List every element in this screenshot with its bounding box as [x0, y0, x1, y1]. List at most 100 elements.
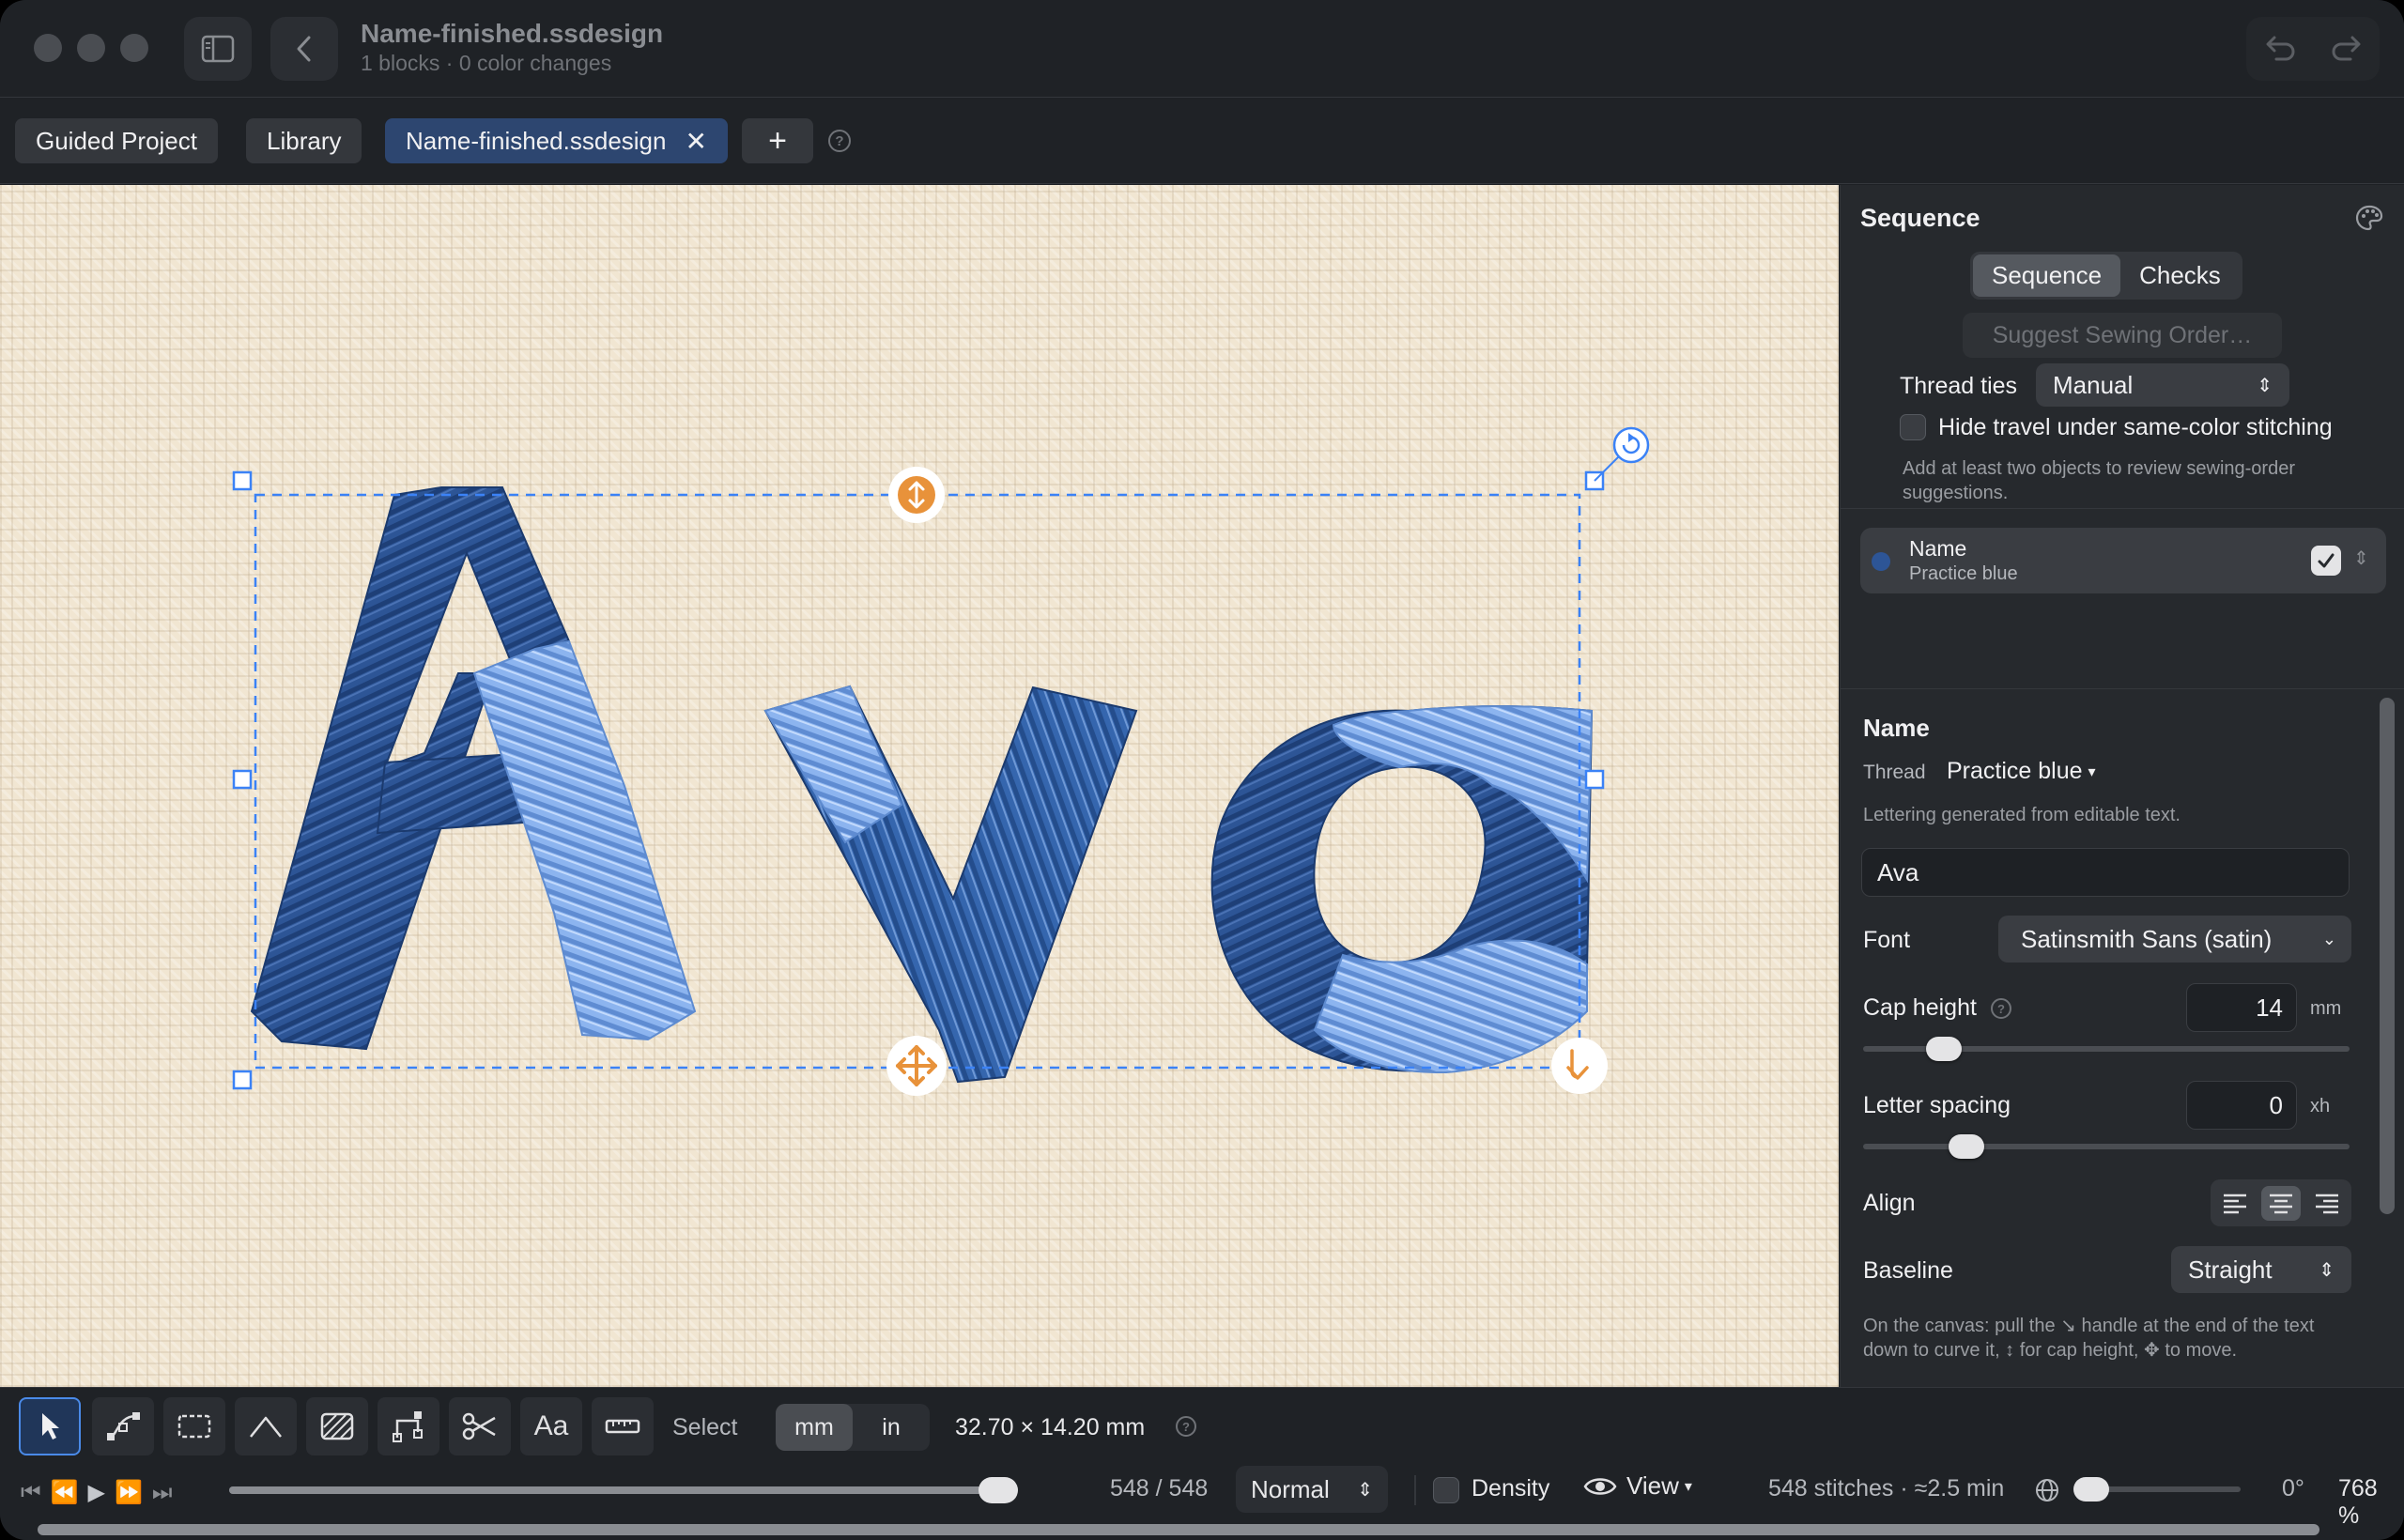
sidebar-toggle-button[interactable] [184, 17, 252, 81]
sequence-hint: Add at least two objects to review sewin… [1903, 458, 2295, 503]
horizontal-scrollbar[interactable] [38, 1524, 2319, 1535]
select-tool[interactable] [19, 1397, 81, 1455]
letter-a-bowl-glyph [1210, 705, 1594, 1074]
checkmark-icon [2318, 553, 2335, 568]
canvas-hint: On the canvas: pull the ↘ handle at the … [1863, 1316, 2315, 1361]
curve-handle[interactable] [1551, 1038, 1608, 1094]
align-left-icon[interactable] [2221, 1192, 2249, 1214]
align-segmented-control [2211, 1179, 2351, 1226]
font-popup[interactable]: Satinsmith Sans (satin) ⌄ [1998, 916, 2351, 962]
up-down-chevron-icon: ⇕ [2319, 1259, 2335, 1281]
baseline-label: Baseline [1863, 1257, 1953, 1284]
stitch-progress-track[interactable] [229, 1486, 1018, 1494]
align-right-icon[interactable] [2313, 1192, 2341, 1214]
cap-height-label: Cap height [1863, 994, 1977, 1021]
inspector-title: Name [1863, 714, 1930, 742]
tab-bar: Guided Project Library Name-finished.ssd… [0, 98, 2404, 184]
unit-mm-button[interactable]: mm [776, 1404, 853, 1451]
letter-v-glyph [763, 685, 1138, 1084]
rotation-value: 0° [2282, 1475, 2304, 1502]
play-icon[interactable]: ▶ [88, 1480, 115, 1505]
skip-start-icon[interactable]: ⏮ [21, 1480, 51, 1505]
baseline-popup[interactable]: Straight ⇕ [2171, 1246, 2351, 1293]
lettering-text-field[interactable]: Ava [1861, 848, 2350, 897]
thread-swatch [1872, 552, 1890, 571]
sequence-object-row[interactable]: Name Practice blue ⇕ [1860, 528, 2386, 593]
segment-checks[interactable]: Checks [2120, 254, 2240, 297]
letter-spacing-field[interactable]: 0 [2186, 1081, 2297, 1130]
tool-bar: Aa Select mm in 32.70 × 14.20 mm ? [0, 1387, 2404, 1466]
new-tab-button[interactable]: + [742, 118, 813, 163]
chevron-left-icon [297, 36, 311, 62]
redo-icon[interactable] [2330, 35, 2364, 63]
title-bar: Name-finished.ssdesign 1 blocks · 0 colo… [0, 0, 2404, 98]
thread-ties-popup[interactable]: Manual ⇕ [2036, 363, 2289, 407]
path-tool[interactable] [378, 1397, 439, 1455]
stitch-progress-knob[interactable] [979, 1477, 1018, 1503]
lettering-description: Lettering generated from editable text. [1863, 805, 2181, 825]
density-checkbox[interactable] [1433, 1477, 1459, 1503]
undo-icon[interactable] [2263, 35, 2297, 63]
segment-sequence[interactable]: Sequence [1973, 254, 2121, 297]
node-path-icon [107, 1412, 140, 1440]
thread-ties-label: Thread ties [1900, 373, 2018, 399]
zoom-window-button[interactable] [120, 34, 148, 62]
cap-height-slider-knob[interactable] [1926, 1037, 1963, 1061]
letter-spacing-unit: xh [2310, 1096, 2331, 1116]
marquee-tool[interactable] [163, 1397, 225, 1455]
lettering-artwork[interactable] [0, 185, 1839, 1387]
minimize-window-button[interactable] [77, 34, 105, 62]
text-aa-icon: Aa [533, 1410, 569, 1441]
thread-menu-value: Practice blue [1947, 758, 2083, 784]
cap-height-field[interactable]: 14 [2186, 983, 2297, 1032]
hide-travel-checkbox[interactable] [1900, 414, 1926, 440]
rotation-slider-knob[interactable] [2073, 1477, 2109, 1502]
skip-end-icon[interactable]: ⏭ [152, 1480, 182, 1505]
hatched-rectangle-icon [320, 1412, 354, 1440]
tab-document[interactable]: Name-finished.ssdesign ✕ [385, 118, 728, 163]
dashed-rectangle-icon [177, 1414, 211, 1439]
undo-redo-group [2246, 17, 2380, 81]
hide-travel-label: Hide travel under same-color stitching [1938, 414, 2333, 440]
text-tool[interactable]: Aa [520, 1397, 582, 1455]
align-center-icon [2269, 1194, 2292, 1213]
step-back-icon[interactable]: ⏪ [51, 1480, 88, 1505]
align-center-button[interactable] [2260, 1185, 2301, 1221]
sequence-title: Sequence [1860, 204, 1980, 232]
view-label: View [1626, 1471, 1679, 1500]
speed-popup[interactable]: Normal ⇕ [1236, 1466, 1388, 1513]
node-edit-tool[interactable] [92, 1397, 154, 1455]
cut-tool[interactable] [449, 1397, 511, 1455]
thread-menu[interactable]: Practice blue ▾ [1947, 758, 2096, 785]
letter-spacing-slider-track[interactable] [1863, 1144, 2350, 1149]
reorder-icon[interactable]: ⇕ [2353, 547, 2369, 570]
polyline-icon [250, 1416, 282, 1438]
font-value: Satinsmith Sans (satin) [2021, 924, 2273, 953]
unit-in-button[interactable]: in [853, 1404, 930, 1451]
dimensions-help-icon[interactable]: ? [1176, 1416, 1196, 1437]
rotate-handle[interactable] [1612, 426, 1650, 464]
close-window-button[interactable] [34, 34, 62, 62]
object-visible-checkbox[interactable] [2311, 546, 2341, 576]
help-icon[interactable]: ? [828, 130, 851, 152]
inspector-panel: Sequence Sequence Checks Suggest Sewing … [1840, 185, 2404, 1387]
step-forward-icon[interactable]: ⏩ [115, 1480, 152, 1505]
divider [1841, 508, 2404, 509]
letter-spacing-slider-knob[interactable] [1949, 1134, 1985, 1159]
tab-guided-project[interactable]: Guided Project [15, 118, 218, 163]
panel-scrollbar[interactable] [2380, 698, 2395, 1214]
close-tab-icon[interactable]: ✕ [685, 126, 706, 157]
tab-library[interactable]: Library [246, 118, 362, 163]
suggest-sewing-order-button[interactable]: Suggest Sewing Order… [1963, 313, 2282, 358]
fill-tool[interactable] [306, 1397, 368, 1455]
back-button[interactable] [270, 17, 338, 81]
stitch-position: 548 / 548 [1110, 1475, 1209, 1502]
sequence-checks-segmented-control: Sequence Checks [1970, 252, 2242, 300]
ruler-icon [605, 1419, 640, 1434]
view-menu[interactable]: View ▾ [1583, 1471, 1692, 1501]
palette-icon[interactable] [2354, 204, 2384, 232]
measure-tool[interactable] [592, 1397, 654, 1455]
line-tool[interactable] [235, 1397, 297, 1455]
cap-height-help-icon[interactable]: ? [1991, 998, 2011, 1019]
design-canvas[interactable] [0, 185, 1839, 1387]
